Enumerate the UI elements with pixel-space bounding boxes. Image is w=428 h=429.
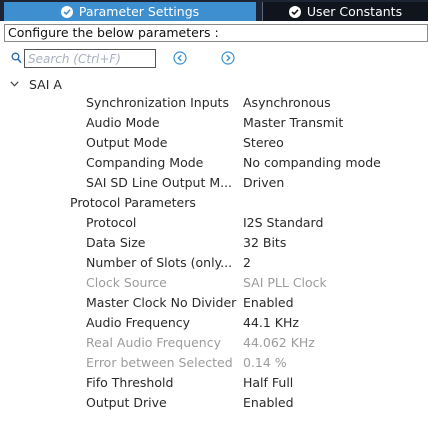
parameter-label: Real Audio Frequency — [86, 335, 221, 350]
parameter-label: Master Clock No Divider — [86, 295, 237, 310]
parameter-value[interactable]: Stereo — [243, 135, 284, 150]
parameter-row[interactable]: Clock Source SAI PLL Clock — [0, 275, 428, 295]
search-row — [0, 48, 428, 70]
previous-result-button[interactable] — [173, 51, 187, 65]
search-input[interactable] — [24, 49, 156, 68]
parameter-value[interactable]: 44.1 KHz — [243, 315, 299, 330]
parameter-label: Companding Mode — [86, 155, 204, 170]
parameter-row[interactable]: Error between Selected 0.14 % — [0, 355, 428, 375]
parameter-label: Output Mode — [86, 135, 168, 150]
parameter-row[interactable]: Protocol I2S Standard — [0, 215, 428, 235]
parameter-row[interactable]: Output Mode Stereo — [0, 135, 428, 155]
parameter-row[interactable]: Output Drive Enabled — [0, 395, 428, 415]
parameter-value[interactable]: Enabled — [243, 395, 294, 410]
parameter-row[interactable]: Audio Frequency 44.1 KHz — [0, 315, 428, 335]
parameter-label: Number of Slots (only... — [86, 255, 233, 270]
parameter-label: Data Size — [86, 235, 146, 250]
parameter-value: 44.062 KHz — [243, 335, 315, 350]
parameter-row[interactable]: Master Clock No Divider Enabled — [0, 295, 428, 315]
parameter-row[interactable]: Companding Mode No companding mode — [0, 155, 428, 175]
protocol-parameters-group: Protocol Parameters — [70, 195, 196, 210]
parameter-value[interactable]: 2 — [243, 255, 251, 270]
parameter-value[interactable]: Enabled — [243, 295, 294, 310]
parameter-value[interactable]: No companding mode — [243, 155, 381, 170]
parameter-value[interactable]: Half Full — [243, 375, 293, 390]
parameter-value[interactable]: Asynchronous — [243, 95, 331, 110]
parameter-label: SAI SD Line Output M... — [86, 175, 233, 190]
parameter-row[interactable]: Real Audio Frequency 44.062 KHz — [0, 335, 428, 355]
tab-bar: Parameter Settings User Constants — [0, 0, 428, 21]
parameter-row[interactable]: Number of Slots (only... 2 — [0, 255, 428, 275]
parameter-label: Fifo Threshold — [86, 375, 174, 390]
parameter-value[interactable]: I2S Standard — [243, 215, 323, 230]
tree-node-sai-a[interactable]: SAI A — [10, 75, 62, 93]
tab-label: User Constants — [306, 4, 403, 19]
configure-header: Configure the below parameters : — [4, 24, 428, 42]
parameter-label: Clock Source — [86, 275, 167, 290]
parameter-row[interactable]: Synchronization Inputs Asynchronous — [0, 95, 428, 115]
parameter-value: SAI PLL Clock — [243, 275, 327, 290]
parameter-row[interactable]: Data Size 32 Bits — [0, 235, 428, 255]
chevron-down-icon[interactable] — [10, 81, 19, 87]
parameter-label: Synchronization Inputs — [86, 95, 229, 110]
tab-parameter-settings[interactable]: Parameter Settings — [4, 2, 256, 21]
parameter-value: 0.14 % — [243, 355, 287, 370]
search-icon — [11, 52, 22, 64]
tab-label: Parameter Settings — [78, 4, 200, 19]
parameter-label: Audio Mode — [86, 115, 160, 130]
parameter-label: Output Drive — [86, 395, 167, 410]
parameter-row[interactable]: Fifo Threshold Half Full — [0, 375, 428, 395]
parameter-label: Error between Selected — [86, 355, 233, 370]
parameter-label: Audio Frequency — [86, 315, 191, 330]
check-circle-icon — [60, 5, 73, 18]
parameter-value[interactable]: Driven — [243, 175, 284, 190]
parameter-row[interactable]: Audio Mode Master Transmit — [0, 115, 428, 135]
parameter-value[interactable]: 32 Bits — [243, 235, 286, 250]
check-circle-icon — [288, 5, 301, 18]
tree-node-label: SAI A — [29, 76, 62, 92]
parameter-value[interactable]: Master Transmit — [243, 115, 343, 130]
tab-user-constants[interactable]: User Constants — [262, 2, 428, 21]
next-result-button[interactable] — [221, 51, 235, 65]
parameter-label: Protocol — [86, 215, 137, 230]
parameter-row[interactable]: SAI SD Line Output M... Driven — [0, 175, 428, 195]
